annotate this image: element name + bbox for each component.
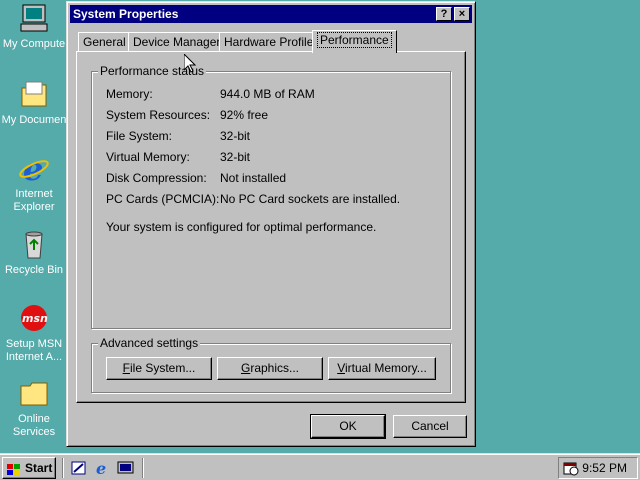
start-button[interactable]: Start [2, 457, 56, 479]
status-message: Your system is configured for optimal pe… [106, 220, 377, 234]
ok-button[interactable]: OK [310, 414, 386, 439]
msn-icon: msn [18, 302, 50, 334]
virtual-memory-button[interactable]: Virtual Memory... [328, 357, 436, 380]
title-bar[interactable]: System Properties ? × [70, 5, 472, 23]
cancel-button[interactable]: Cancel [393, 415, 467, 438]
advanced-settings-group: Advanced settings File System... Graphic… [91, 336, 451, 393]
desktop-icon-label: Recycle Bin [4, 264, 64, 276]
desktop-icon-my-documents[interactable]: My Documen [0, 78, 72, 127]
desktop-icon-label: Services [12, 426, 56, 438]
quicklaunch-internet-explorer-icon[interactable]: e [94, 459, 112, 478]
mouse-cursor-icon [183, 52, 197, 73]
taskbar: Start e 9:52 PM [0, 453, 640, 480]
desktop-icon-label: My Documen [1, 114, 67, 126]
performance-status-group: Performance status Memory: 944.0 MB of R… [91, 64, 451, 329]
desktop-icon-online-services[interactable]: Online Services [0, 377, 72, 439]
computer-icon [18, 2, 50, 34]
file-system-button[interactable]: File System... [106, 357, 212, 380]
quicklaunch-show-desktop-icon[interactable] [117, 460, 135, 476]
quicklaunch-outlook-icon[interactable] [70, 460, 88, 476]
system-tray: 9:52 PM [558, 457, 638, 479]
scheduler-icon[interactable] [563, 460, 579, 476]
close-icon: × [458, 8, 466, 20]
desktop-icon-internet-explorer[interactable]: e Internet Explorer [0, 150, 72, 214]
tab-performance[interactable]: Performance [312, 30, 397, 53]
folder-icon [18, 78, 50, 110]
help-icon: ? [440, 8, 448, 20]
close-button[interactable]: × [454, 7, 470, 21]
internet-explorer-icon: e [18, 150, 50, 188]
desktop-icon-my-computer[interactable]: My Compute [0, 2, 72, 51]
tab-hardware-profiles[interactable]: Hardware Profiles [219, 32, 325, 52]
system-properties-window: System Properties ? × General Device Man… [66, 1, 476, 447]
svg-text:e: e [96, 460, 106, 476]
desktop-icon-setup-msn[interactable]: msn Setup MSN Internet A... [0, 302, 72, 364]
help-button[interactable]: ? [436, 7, 452, 21]
desktop-icon-label: Setup MSN [5, 338, 63, 350]
desktop-icon-label: Online [18, 413, 50, 425]
group-legend: Advanced settings [98, 336, 201, 350]
tab-device-manager[interactable]: Device Manager [128, 32, 226, 52]
window-title: System Properties [73, 7, 179, 21]
performance-panel: Performance status Memory: 944.0 MB of R… [76, 51, 466, 403]
desktop-icon-label: My Compute [2, 38, 66, 50]
desktop-icon-label: Internet A... [5, 351, 63, 363]
start-label: Start [25, 461, 53, 475]
desktop-icon-recycle-bin[interactable]: Recycle Bin [0, 228, 72, 277]
taskbar-separator [62, 458, 64, 478]
desktop-icon-label: Explorer [13, 201, 55, 213]
desktop-icon-label: Internet [15, 188, 53, 200]
taskbar-separator [142, 458, 144, 478]
tab-general[interactable]: General [78, 32, 131, 52]
folder-icon [18, 377, 50, 409]
recycle-bin-icon [18, 228, 50, 260]
windows-logo-icon [7, 462, 21, 475]
clock[interactable]: 9:52 PM [582, 461, 627, 475]
svg-text:msn: msn [22, 312, 48, 325]
graphics-button[interactable]: Graphics... [217, 357, 323, 380]
